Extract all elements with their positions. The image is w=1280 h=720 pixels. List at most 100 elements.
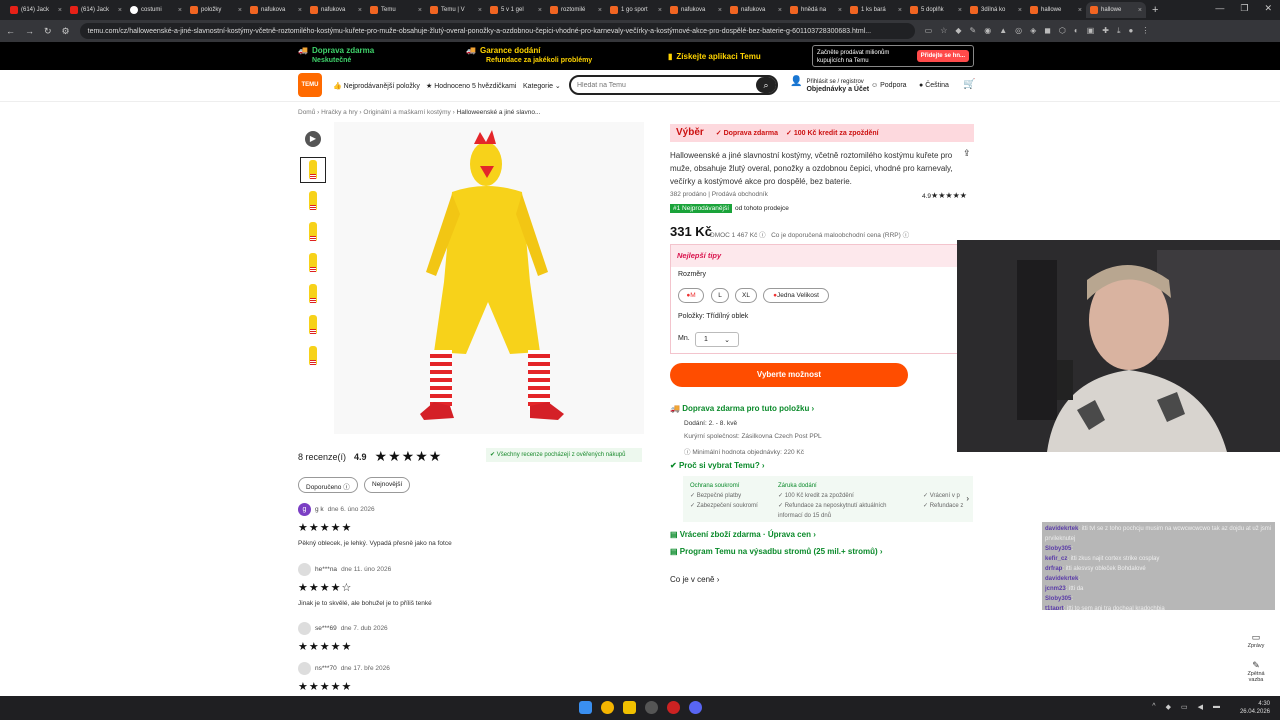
extension-icon[interactable]: ◼	[1044, 26, 1051, 36]
browser-tab[interactable]: (614) Jack ×	[6, 2, 66, 18]
bookmark-star-icon[interactable]: ☆	[940, 26, 947, 36]
extension-icon[interactable]: ◎	[1015, 26, 1022, 36]
browser-tab[interactable]: nafukova ×	[246, 2, 306, 18]
share-icon[interactable]: ⇪	[963, 148, 971, 159]
volume-icon[interactable]: ◀	[1198, 703, 1203, 711]
choice-delay-credit[interactable]: 100 Kč kredit za zpoždění	[794, 130, 879, 137]
profile-avatar[interactable]: ●	[1129, 26, 1134, 36]
chat-username[interactable]: drfrap	[1045, 566, 1062, 572]
close-tab-icon[interactable]: ×	[718, 7, 722, 14]
promo-free-shipping[interactable]: 🚚 Doprava zdarma Neskutečné	[298, 46, 374, 66]
site-info-icon[interactable]: ⚙	[62, 26, 70, 37]
image-thumbnail[interactable]	[300, 312, 326, 338]
close-tab-icon[interactable]: ×	[658, 7, 662, 14]
close-tab-icon[interactable]: ×	[958, 7, 962, 14]
chevron-right-icon[interactable]: ›	[966, 494, 969, 503]
download-icon[interactable]: ⤓	[1117, 26, 1121, 36]
nav-categories[interactable]: Kategorie ⌄	[523, 82, 561, 90]
extensions-puzzle-icon[interactable]: ✚	[1102, 26, 1109, 36]
close-tab-icon[interactable]: ×	[778, 7, 782, 14]
nav-five-star[interactable]: ★ Hodnoceno 5 hvězdičkami	[426, 82, 516, 90]
browser-tab[interactable]: hallowe ×	[1086, 2, 1146, 18]
browser-tab[interactable]: roztomilé ×	[546, 2, 606, 18]
search-input[interactable]	[569, 75, 778, 95]
chat-username[interactable]: davidekrtek	[1045, 526, 1078, 532]
account-menu[interactable]: 👤 Přihlásit se / registrov Objednávky a Ú…	[790, 77, 869, 94]
seller-signup-button[interactable]: Přidejte se hn...	[916, 50, 969, 62]
clock[interactable]: 4:30 26.04.2026	[1240, 700, 1270, 716]
cast-icon[interactable]: ▭	[925, 26, 933, 36]
rrp-help[interactable]: Co je doporučená maloobchodní cena (RRP)	[771, 232, 901, 239]
browser-tab[interactable]: Temu ×	[366, 2, 426, 18]
image-thumbnail[interactable]	[300, 250, 326, 276]
browser-tab[interactable]: 1 ks bará ×	[846, 2, 906, 18]
extension-icon[interactable]: ◆	[955, 26, 961, 36]
free-shipping-link[interactable]: 🚚 Doprava zdarma pro tuto položku ›	[670, 404, 814, 413]
url-field[interactable]: temu.com/cz/halloweenské-a-jiné-slavnost…	[79, 23, 915, 39]
select-option-button[interactable]: Vyberte možnost	[670, 363, 908, 387]
size-option-one-size[interactable]: ●Jedna Velikost	[763, 288, 829, 303]
review-count[interactable]: 8 recenze(í)	[298, 452, 346, 462]
image-thumbnail[interactable]	[300, 281, 326, 307]
seller-signup-banner[interactable]: Začněte prodávat milionům kupujících na …	[812, 45, 974, 67]
browser-tab[interactable]: 5 v 1 gel ×	[486, 2, 546, 18]
close-tab-icon[interactable]: ×	[538, 7, 542, 14]
size-option-xl[interactable]: XL	[735, 288, 757, 303]
new-tab-button[interactable]: +	[1152, 4, 1158, 16]
discord-icon[interactable]	[689, 701, 702, 714]
support-link[interactable]: ☺ Podpora	[871, 82, 907, 89]
close-tab-icon[interactable]: ×	[178, 7, 182, 14]
file-explorer-icon[interactable]	[623, 701, 636, 714]
back-icon[interactable]: ←	[6, 26, 15, 36]
browser-tab[interactable]: (614) Jack ×	[66, 2, 126, 18]
close-tab-icon[interactable]: ×	[418, 7, 422, 14]
browser-tab[interactable]: nafukova ×	[306, 2, 366, 18]
price-info-link[interactable]: Co je v ceně ›	[670, 575, 719, 584]
browser-tab[interactable]: costumi ×	[126, 2, 186, 18]
chat-username[interactable]: jcnm23	[1045, 586, 1066, 592]
why-temu-link[interactable]: ✔ Proč si vybrat Temu? ›	[670, 461, 765, 470]
minimize-icon[interactable]: —	[1215, 3, 1224, 14]
promo-delivery-guarantee[interactable]: 🚚 Garance dodání Refundace za jakékoli pr…	[466, 46, 592, 66]
maximize-icon[interactable]: ❐	[1240, 3, 1248, 14]
temu-logo[interactable]: TEMU	[298, 73, 322, 97]
close-tab-icon[interactable]: ×	[298, 7, 302, 14]
chat-username[interactable]: kefir_cz	[1045, 556, 1067, 562]
breadcrumb-toys[interactable]: Hračky a hry	[321, 109, 357, 116]
browser-tab[interactable]: Temu | V ×	[426, 2, 486, 18]
filter-newest[interactable]: Nejnovější	[364, 477, 411, 493]
extension-icon[interactable]: ✎	[970, 26, 977, 36]
forward-icon[interactable]: →	[25, 26, 34, 36]
cart-icon[interactable]: 🛒	[963, 79, 975, 90]
extension-icon[interactable]: ◈	[1030, 26, 1036, 36]
browser-tab[interactable]: hnědá na ×	[786, 2, 846, 18]
search-button[interactable]: ⌕	[756, 77, 776, 93]
close-tab-icon[interactable]: ×	[1078, 7, 1082, 14]
close-tab-icon[interactable]: ×	[838, 7, 842, 14]
image-thumbnail[interactable]	[300, 219, 326, 245]
close-window-icon[interactable]: ✕	[1264, 3, 1272, 14]
browser-tab[interactable]: 3dílná ko ×	[966, 2, 1026, 18]
image-thumbnail[interactable]	[300, 343, 326, 369]
close-tab-icon[interactable]: ×	[238, 7, 242, 14]
extension-icon[interactable]: ▲	[999, 26, 1007, 36]
extension-icon[interactable]: ◉	[984, 26, 991, 36]
quantity-select[interactable]: 1 ⌄	[695, 332, 739, 347]
menu-kebab-icon[interactable]: ⋮	[1141, 26, 1149, 36]
browser-tab[interactable]: nafukova ×	[666, 2, 726, 18]
close-tab-icon[interactable]: ×	[478, 7, 482, 14]
size-option-m[interactable]: ●M	[678, 288, 704, 303]
network-icon[interactable]: ▭	[1181, 703, 1188, 711]
language-selector[interactable]: ● Čeština	[919, 82, 949, 89]
extension-icon[interactable]: ◐	[1074, 26, 1079, 36]
app-tray-icon[interactable]: ◆	[1166, 703, 1171, 711]
extension-icon[interactable]: ▣	[1087, 26, 1095, 36]
battery-icon[interactable]: ▬	[1213, 703, 1220, 711]
size-option-l[interactable]: L	[711, 288, 729, 303]
main-product-image[interactable]	[334, 122, 644, 434]
chat-username[interactable]: t1taprt	[1045, 606, 1064, 610]
close-tab-icon[interactable]: ×	[1018, 7, 1022, 14]
extension-icon[interactable]: ⬡	[1059, 26, 1066, 36]
free-returns-link[interactable]: ▤ Vrácení zboží zdarma · Úprava cen ›	[670, 530, 816, 539]
feedback-button[interactable]: ✎ Zpětná vazba	[1240, 660, 1272, 683]
